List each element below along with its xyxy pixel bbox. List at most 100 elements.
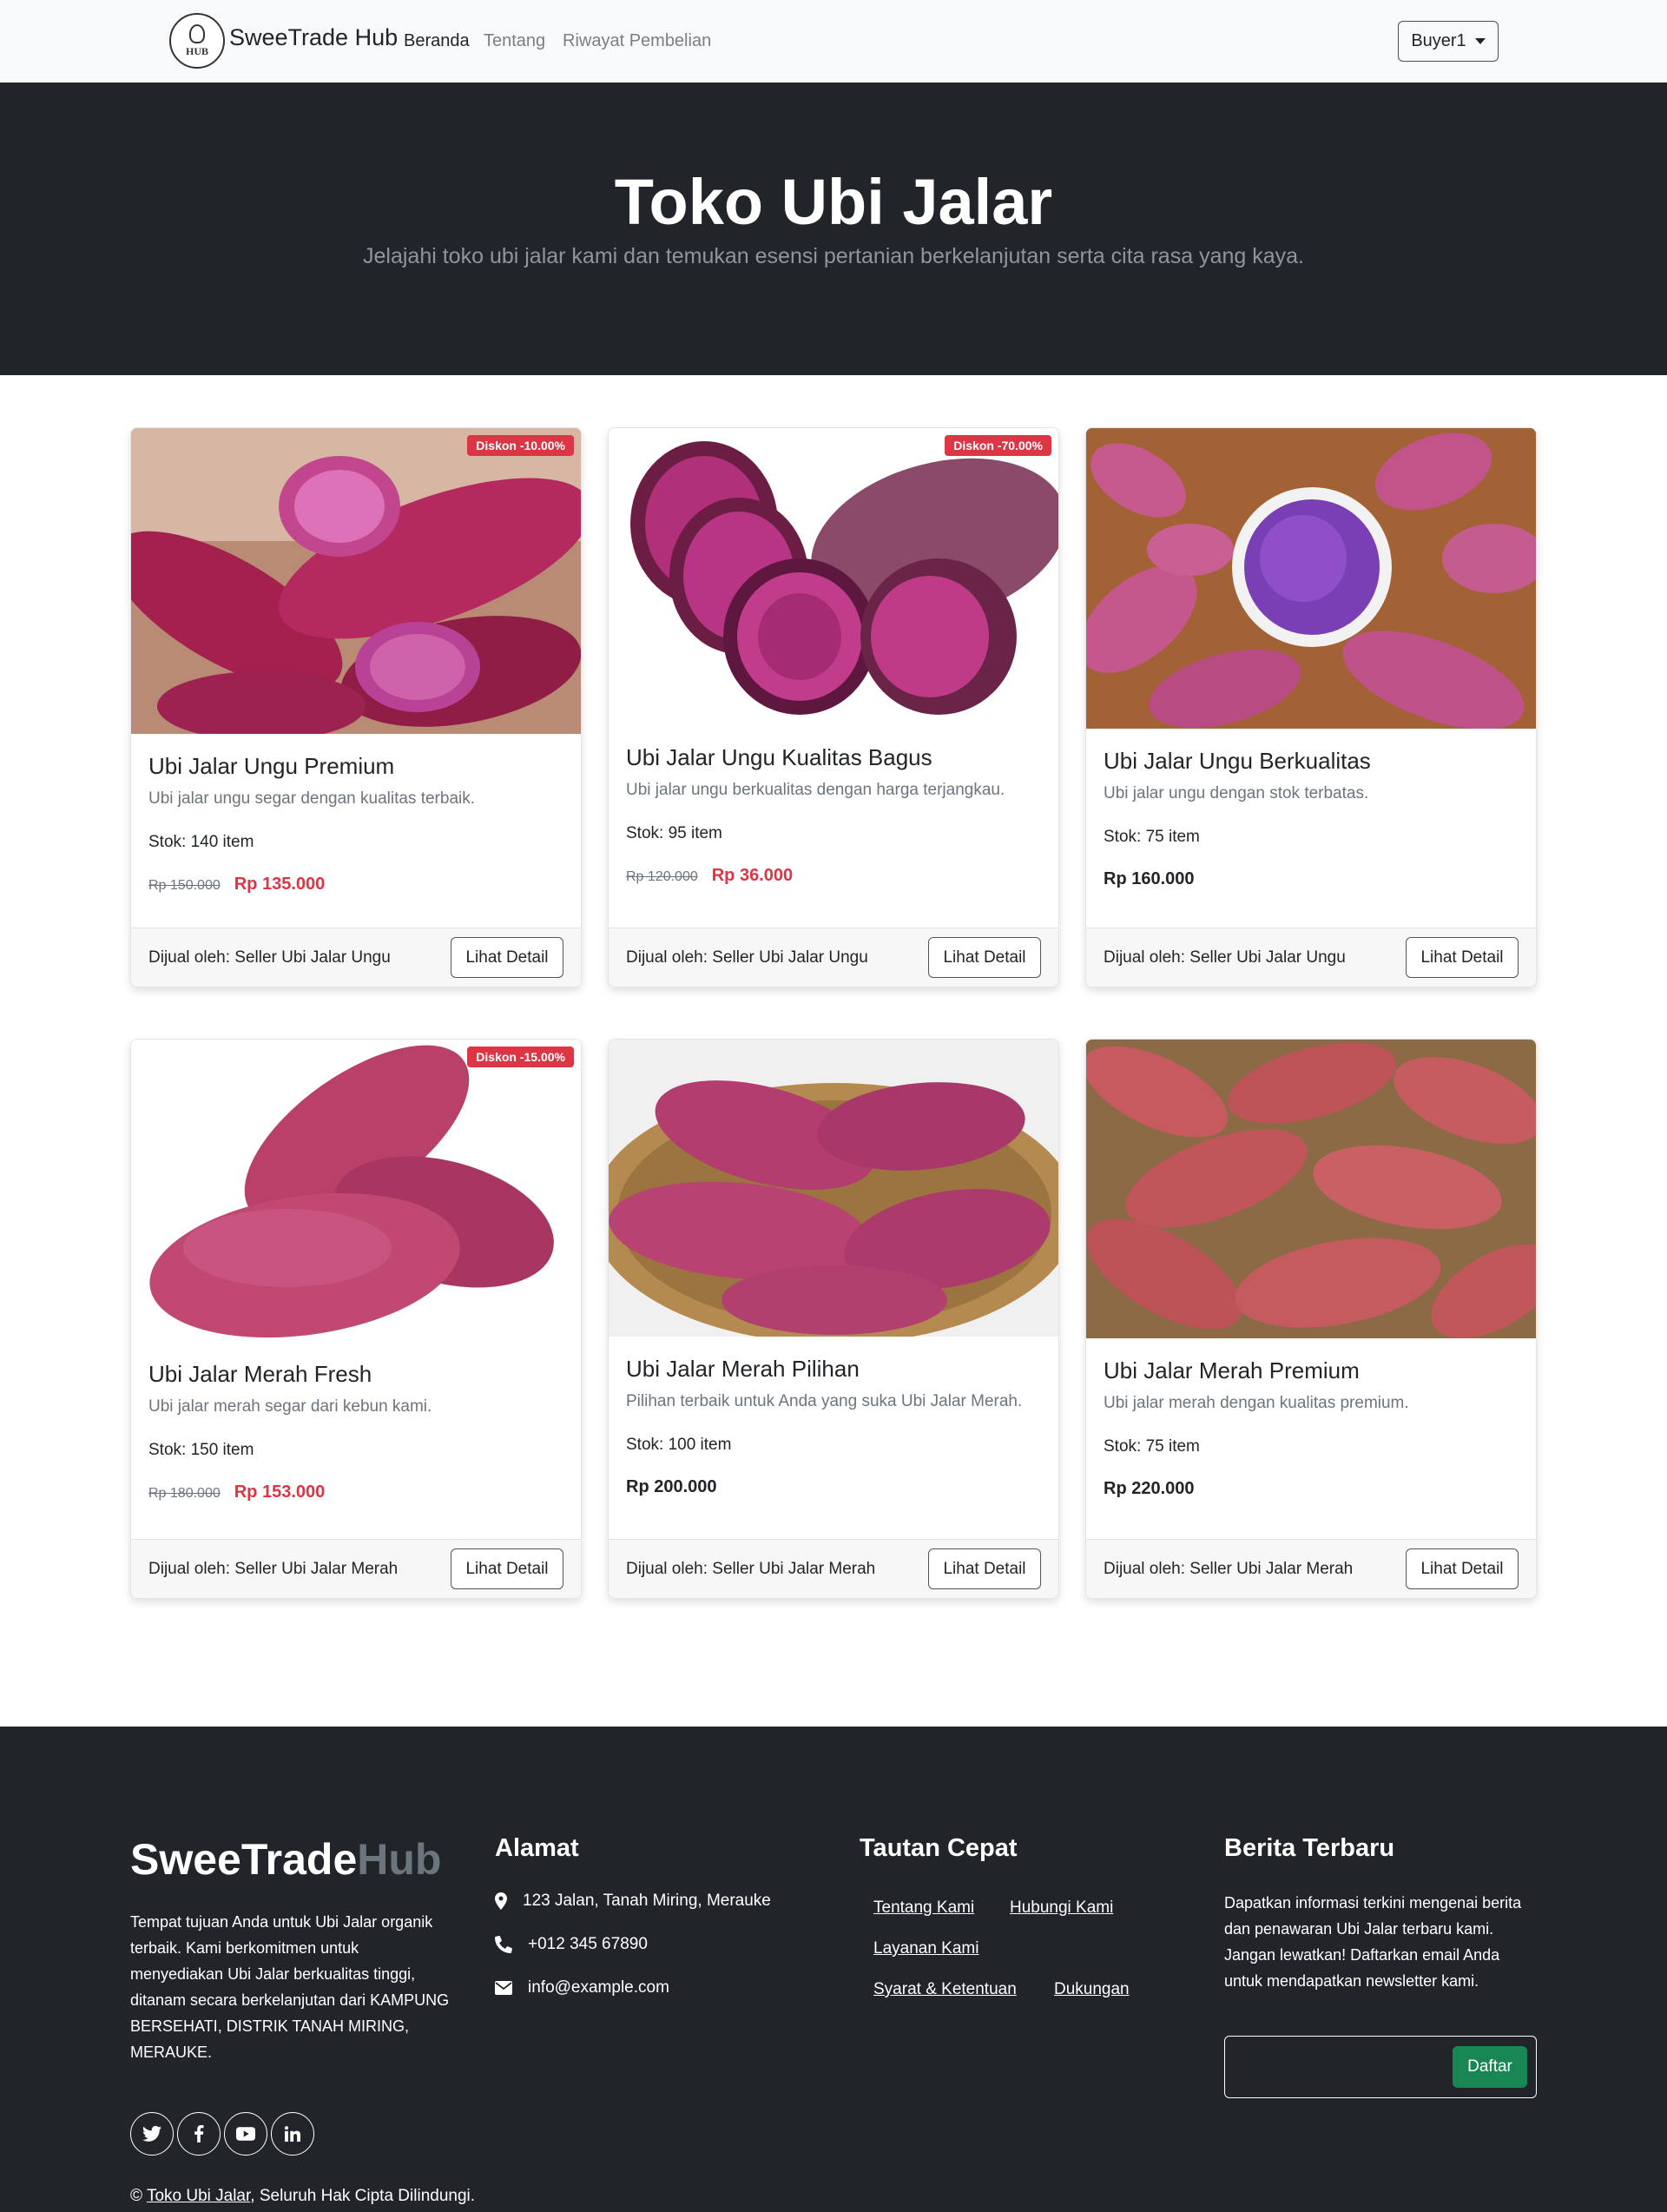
view-detail-button[interactable]: Lihat Detail bbox=[928, 1548, 1041, 1589]
card-footer: Dijual oleh: Seller Ubi Jalar Ungu Lihat… bbox=[1086, 928, 1536, 987]
discount-badge: Diskon -70.00% bbox=[945, 435, 1051, 456]
product-image bbox=[131, 1040, 581, 1342]
product-title[interactable]: Ubi Jalar Ungu Berkualitas bbox=[1104, 748, 1371, 775]
copyright-text: , Seluruh Hak Cipta Dilindungi. bbox=[250, 2187, 476, 2205]
brand-name[interactable]: SweeTrade Hub bbox=[229, 24, 398, 51]
hero-banner: Toko Ubi Jalar Jelajahi toko ubi jalar k… bbox=[0, 83, 1667, 375]
link-syarat-ketentuan[interactable]: Syarat & Ketentuan bbox=[873, 1980, 1017, 1999]
footer-brand-primary: SweeTrade bbox=[130, 1835, 358, 1884]
seller-label: Dijual oleh: Seller Ubi Jalar Merah bbox=[1104, 1560, 1354, 1578]
product-card: Ubi Jalar Merah Pilihan Pilihan terbaik … bbox=[608, 1039, 1059, 1599]
product-description: Ubi jalar merah dengan kualitas premium. bbox=[1104, 1394, 1409, 1412]
nav-link-tentang[interactable]: Tentang bbox=[484, 31, 545, 51]
product-image bbox=[131, 428, 581, 734]
product-title[interactable]: Ubi Jalar Merah Premium bbox=[1104, 1357, 1360, 1384]
bulb-icon bbox=[189, 23, 205, 43]
seller-label: Dijual oleh: Seller Ubi Jalar Ungu bbox=[148, 948, 391, 967]
product-image bbox=[609, 428, 1058, 725]
nav-link-riwayat-pembelian[interactable]: Riwayat Pembelian bbox=[563, 31, 711, 51]
address-row: 123 Jalan, Tanah Miring, Merauke bbox=[495, 1892, 771, 1911]
product-stock: Stok: 100 item bbox=[626, 1436, 732, 1454]
link-tentang-kami[interactable]: Tentang Kami bbox=[873, 1898, 974, 1918]
card-footer: Dijual oleh: Seller Ubi Jalar Merah Liha… bbox=[1086, 1539, 1536, 1598]
address-text: 123 Jalan, Tanah Miring, Merauke bbox=[523, 1892, 771, 1910]
link-layanan-kami[interactable]: Layanan Kami bbox=[873, 1939, 978, 1958]
envelope-icon bbox=[495, 1981, 512, 1995]
user-dropdown-button[interactable]: Buyer1 bbox=[1398, 21, 1499, 62]
price-row: Rp 200.000 bbox=[626, 1477, 717, 1497]
social-links bbox=[130, 2112, 314, 2156]
newsletter-text: Dapatkan informasi terkini mengenai beri… bbox=[1224, 1894, 1522, 1990]
phone-icon bbox=[495, 1936, 512, 1953]
view-detail-button[interactable]: Lihat Detail bbox=[928, 937, 1041, 978]
original-price: Rp 150.000 bbox=[148, 878, 221, 893]
product-stock: Stok: 95 item bbox=[626, 824, 722, 842]
facebook-icon[interactable] bbox=[177, 2112, 221, 2156]
product-card: Ubi Jalar Ungu Berkualitas Ubi jalar ung… bbox=[1085, 427, 1537, 987]
discounted-price: Rp 36.000 bbox=[711, 866, 794, 885]
original-price: Rp 180.000 bbox=[148, 1486, 221, 1501]
location-pin-icon bbox=[495, 1892, 507, 1910]
product-title[interactable]: Ubi Jalar Merah Fresh bbox=[148, 1361, 372, 1388]
card-footer: Dijual oleh: Seller Ubi Jalar Ungu Lihat… bbox=[609, 928, 1058, 987]
product-image bbox=[609, 1040, 1058, 1337]
view-detail-button[interactable]: Lihat Detail bbox=[451, 1548, 563, 1589]
link-dukungan[interactable]: Dukungan bbox=[1054, 1980, 1130, 1999]
seller-label: Dijual oleh: Seller Ubi Jalar Ungu bbox=[1104, 948, 1346, 967]
email-row: info@example.com bbox=[495, 1978, 669, 1997]
product-card: Diskon -70.00% Ubi Jalar Ungu Kualitas B… bbox=[608, 427, 1059, 987]
page-title: Toko Ubi Jalar bbox=[614, 166, 1053, 238]
discount-badge: Diskon -15.00% bbox=[467, 1047, 574, 1067]
youtube-icon[interactable] bbox=[224, 2112, 267, 2156]
view-detail-button[interactable]: Lihat Detail bbox=[1406, 1548, 1519, 1589]
email-text: info@example.com bbox=[528, 1978, 669, 1997]
price-row: Rp 220.000 bbox=[1104, 1479, 1195, 1499]
product-price: Rp 220.000 bbox=[1104, 1479, 1195, 1498]
product-description: Ubi jalar ungu segar dengan kualitas ter… bbox=[148, 789, 476, 808]
card-footer: Dijual oleh: Seller Ubi Jalar Ungu Lihat… bbox=[131, 928, 581, 987]
copyright-symbol: © bbox=[130, 2187, 142, 2205]
phone-row: +012 345 67890 bbox=[495, 1935, 648, 1954]
navbar: HUB SweeTrade Hub Beranda Tentang Riwaya… bbox=[0, 0, 1667, 83]
view-detail-button[interactable]: Lihat Detail bbox=[451, 937, 563, 978]
twitter-icon[interactable] bbox=[130, 2112, 174, 2156]
product-description: Ubi jalar ungu dengan stok terbatas. bbox=[1104, 784, 1369, 802]
original-price: Rp 120.000 bbox=[626, 869, 698, 884]
product-card: Diskon -15.00% Ubi Jalar Merah Fresh Ubi… bbox=[130, 1039, 582, 1599]
product-stock: Stok: 75 item bbox=[1104, 828, 1200, 846]
address-heading: Alamat bbox=[495, 1834, 579, 1862]
subscribe-button[interactable]: Daftar bbox=[1453, 2046, 1527, 2088]
caret-down-icon bbox=[1474, 38, 1486, 44]
product-stock: Stok: 140 item bbox=[148, 833, 254, 851]
price-row: Rp 150.000 Rp 135.000 bbox=[148, 875, 325, 895]
product-description: Ubi jalar ungu berkualitas dengan harga … bbox=[626, 781, 1005, 799]
newsletter-email-input[interactable] bbox=[1225, 2037, 1442, 2096]
phone-text: +012 345 67890 bbox=[528, 1935, 648, 1953]
product-description: Ubi jalar merah segar dari kebun kami. bbox=[148, 1397, 432, 1416]
nav-link-beranda[interactable]: Beranda bbox=[404, 31, 470, 51]
brand-logo[interactable]: HUB bbox=[169, 13, 225, 69]
copyright-link[interactable]: Toko Ubi Jalar bbox=[147, 2187, 250, 2205]
view-detail-button[interactable]: Lihat Detail bbox=[1406, 937, 1519, 978]
product-title[interactable]: Ubi Jalar Ungu Premium bbox=[148, 753, 394, 780]
discounted-price: Rp 135.000 bbox=[234, 875, 326, 894]
newsletter-form: Daftar bbox=[1224, 2036, 1537, 2098]
linkedin-icon[interactable] bbox=[271, 2112, 314, 2156]
product-image bbox=[1086, 1040, 1536, 1338]
price-row: Rp 160.000 bbox=[1104, 869, 1195, 889]
link-hubungi-kami[interactable]: Hubungi Kami bbox=[1010, 1898, 1113, 1918]
newsletter-heading: Berita Terbaru bbox=[1224, 1834, 1395, 1862]
seller-label: Dijual oleh: Seller Ubi Jalar Merah bbox=[148, 1560, 399, 1578]
product-card: Diskon -10.00% Ubi Jalar Ungu Premium Ub… bbox=[130, 427, 582, 987]
card-footer: Dijual oleh: Seller Ubi Jalar Merah Liha… bbox=[609, 1539, 1058, 1598]
product-stock: Stok: 75 item bbox=[1104, 1437, 1200, 1456]
product-stock: Stok: 150 item bbox=[148, 1441, 254, 1459]
footer: SweeTradeHub Tempat tujuan Anda untuk Ub… bbox=[0, 1727, 1667, 2212]
product-title[interactable]: Ubi Jalar Merah Pilihan bbox=[626, 1356, 860, 1383]
product-description: Pilihan terbaik untuk Anda yang suka Ubi… bbox=[626, 1392, 1023, 1410]
product-image bbox=[1086, 428, 1536, 729]
product-price: Rp 160.000 bbox=[1104, 869, 1195, 888]
product-title[interactable]: Ubi Jalar Ungu Kualitas Bagus bbox=[626, 744, 932, 771]
seller-label: Dijual oleh: Seller Ubi Jalar Merah bbox=[626, 1560, 876, 1578]
discounted-price: Rp 153.000 bbox=[234, 1482, 326, 1502]
